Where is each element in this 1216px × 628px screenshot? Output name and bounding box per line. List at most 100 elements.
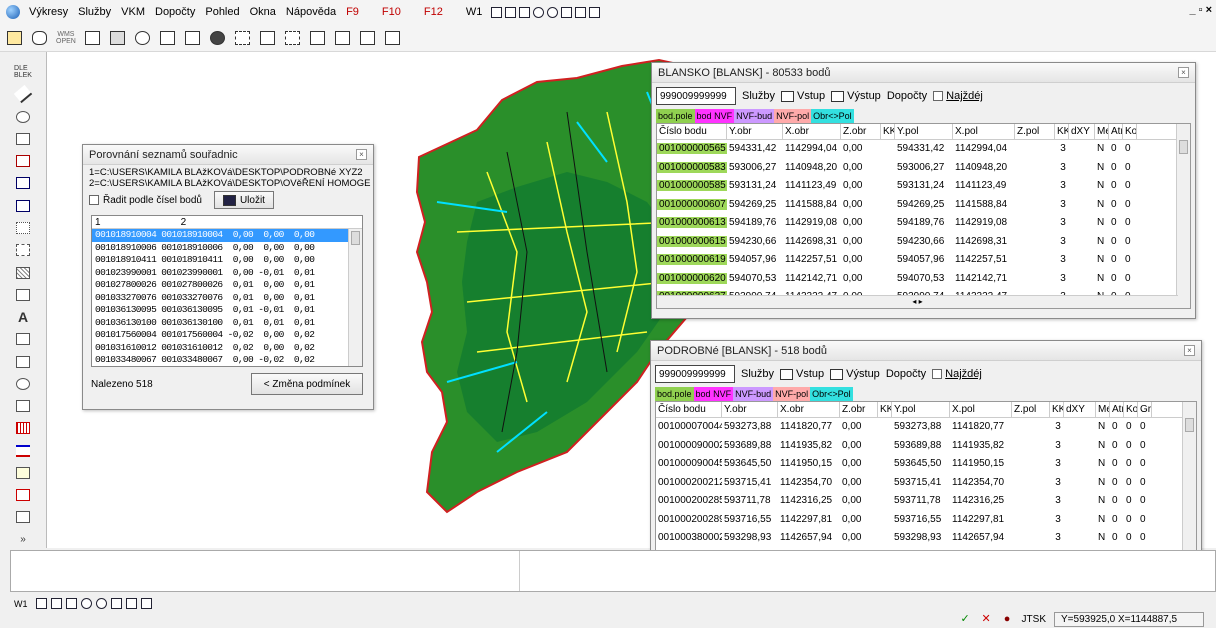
column-header[interactable]: KK [1050,402,1064,417]
menu-f12[interactable]: F12 [419,6,461,18]
arrow-icon[interactable] [561,6,573,18]
table-row[interactable]: 001000090045 593645,50 1141950,15 0,00 59364… [656,455,1196,474]
info-icon[interactable] [135,29,151,47]
stamp-tool-icon[interactable] [10,465,36,481]
pan-icon[interactable] [140,598,152,609]
table-row[interactable]: 001000000613 594189,76 1142919,08 0,00 59418… [657,214,1190,233]
menu-napoveda[interactable]: Nápověda [281,6,341,18]
minimize-icon[interactable]: _ [1190,4,1196,16]
list-item[interactable]: 001033480067 001033480067 0,00 -0,02 0,0… [92,354,362,366]
menu-w1[interactable]: W1 [461,6,488,18]
command-area[interactable] [10,550,1216,592]
column-header[interactable]: Gr [1138,402,1152,417]
blansko-dopocty-button[interactable]: Dopočty [887,90,927,102]
compare-title-bar[interactable]: Porovnání seznamů souřadnic × [83,145,373,165]
podrobne-code-input[interactable] [655,365,735,383]
frame-icon[interactable] [50,598,62,609]
circle-tool-icon[interactable] [10,109,36,125]
blansko-vscroll[interactable] [1176,124,1190,308]
podrobne-vscroll[interactable] [1182,402,1196,564]
list-item[interactable]: 001027800026 001027800026 0,01 0,00 0,01 [92,279,362,292]
menu-sluzby[interactable]: Služby [73,6,116,18]
dots-tool-icon[interactable] [10,220,36,236]
podrobne-table[interactable]: Číslo boduY.obrX.obrZ.obrKKY.polX.polZ.p… [655,401,1197,565]
curve-tool-icon[interactable] [10,175,36,191]
bottom-w1[interactable]: W1 [14,599,28,609]
menu-pohled[interactable]: Pohled [200,6,244,18]
table-row[interactable]: 001000200285 593711,78 1142316,25 0,00 59371… [656,492,1196,511]
text-tool-icon[interactable]: A [10,309,36,325]
list-item[interactable]: 001036130100 001036130100 0,01 0,01 0,01 [92,317,362,330]
table-row[interactable]: 001000380002 593298,93 1142657,94 0,00 59329… [656,529,1196,548]
save-button[interactable]: Uložit [213,191,274,209]
column-header[interactable]: KK [881,124,895,139]
small-vkd-icon[interactable] [335,29,351,47]
dim-tool-icon[interactable] [10,131,36,147]
wms-open-icon[interactable]: WMS OPEN [56,29,76,47]
dash-tool-icon[interactable] [10,242,36,258]
column-header[interactable]: Y.obr [722,402,778,417]
column-header[interactable]: Kod [1123,124,1137,139]
list-item[interactable]: 001017560004 001017560004 -0,02 0,00 0,0… [92,329,362,342]
blansko-vstup-button[interactable]: Vstup [781,90,825,102]
menu-dopocty[interactable]: Dopočty [150,6,200,18]
dle-blek-button[interactable]: DLE BLEK [10,64,36,80]
table-row[interactable]: 001000000620 594070,53 1142142,71 0,00 59407… [657,270,1190,288]
column-header[interactable]: Met [1095,124,1109,139]
najdi-checkbox[interactable] [932,369,943,379]
ruler-tool-icon[interactable] [10,331,36,347]
column-header[interactable]: KK [1055,124,1069,139]
wave-tool-icon[interactable] [10,198,36,214]
compare-close-icon[interactable]: × [356,149,367,160]
table-row[interactable]: 001000000585 593131,24 1141123,49 0,00 59313… [657,177,1190,196]
table-row[interactable]: 001000000583 593006,27 1140948,20 0,00 59300… [657,159,1190,177]
podrobne-vystup-button[interactable]: Výstup [830,368,880,380]
blansko-close-icon[interactable]: × [1178,67,1189,78]
column-header[interactable]: Y.pol [895,124,953,139]
column-header[interactable]: Met [1096,402,1110,417]
text-icon[interactable] [385,29,401,47]
list-item[interactable]: 001018910004 001018910004 0,00 0,00 0,00 [92,229,362,242]
window-icon[interactable] [491,6,503,18]
list-item[interactable]: 001018910411 001018910411 0,00 0,00 0,00 [92,254,362,267]
list-item[interactable]: 001000390103 001000390103 -0,01 -0,02 0,… [92,367,362,368]
blansko-vystup-button[interactable]: Výstup [831,90,881,102]
cancel-icon[interactable]: ✕ [980,613,993,626]
table-row[interactable]: 001000000615 594230,66 1142698,31 0,00 59423… [657,233,1190,251]
table-row[interactable]: 001000000607 594269,25 1141588,84 0,00 59426… [657,196,1190,214]
zoom-out-icon[interactable] [547,6,559,18]
column-header[interactable]: Kod [1124,402,1138,417]
list-item[interactable]: 001018910006 001018910006 0,00 0,00 0,00 [92,242,362,255]
table-row[interactable]: 001000090002 593689,88 1141935,82 0,00 59368… [656,437,1196,455]
page-icon[interactable] [85,29,101,47]
podrobne-close-icon[interactable]: × [1184,345,1195,356]
box-icon[interactable] [575,6,587,18]
column-header[interactable]: KK [878,402,892,417]
table-row[interactable]: 001000200212 593715,41 1142354,70 0,00 59371… [656,474,1196,492]
column-header[interactable]: Z.pol [1015,124,1055,139]
blansko-sluzby-button[interactable]: Služby [742,90,775,102]
blansko-table[interactable]: Číslo boduY.obrX.obrZ.obrKKY.polX.polZ.p… [656,123,1191,309]
table-row[interactable]: 001000200289 593716,55 1142297,81 0,00 59371… [656,511,1196,529]
table-row[interactable]: 001000070044 593273,88 1141820,77 0,00 59327… [656,418,1196,437]
column-header[interactable]: Z.obr [840,402,878,417]
column-header[interactable]: dXY [1069,124,1095,139]
polyline-tool-icon[interactable] [10,153,36,169]
json-icon[interactable] [235,29,251,47]
column-header[interactable]: Číslo bodu [657,124,727,139]
zoom-out-icon[interactable] [95,598,107,609]
pages-icon[interactable] [65,598,77,609]
scale-tool-icon[interactable] [10,287,36,303]
layers-icon[interactable] [31,29,47,47]
hatch-tool-icon[interactable] [10,264,36,280]
find-icon[interactable] [210,29,226,47]
ratio-tool-icon[interactable] [10,353,36,369]
podrobne-title-bar[interactable]: PODROBNé [BLANSK] - 518 bodů × [651,341,1201,361]
menu-okna[interactable]: Okna [245,6,281,18]
restore-icon[interactable]: ▫ [1199,4,1203,16]
measure-icon[interactable] [310,29,326,47]
vmc-icon[interactable] [285,29,301,47]
line-tool-icon[interactable] [10,85,36,104]
frame-icon[interactable] [505,6,517,18]
menu-vkm[interactable]: VKM [116,6,150,18]
